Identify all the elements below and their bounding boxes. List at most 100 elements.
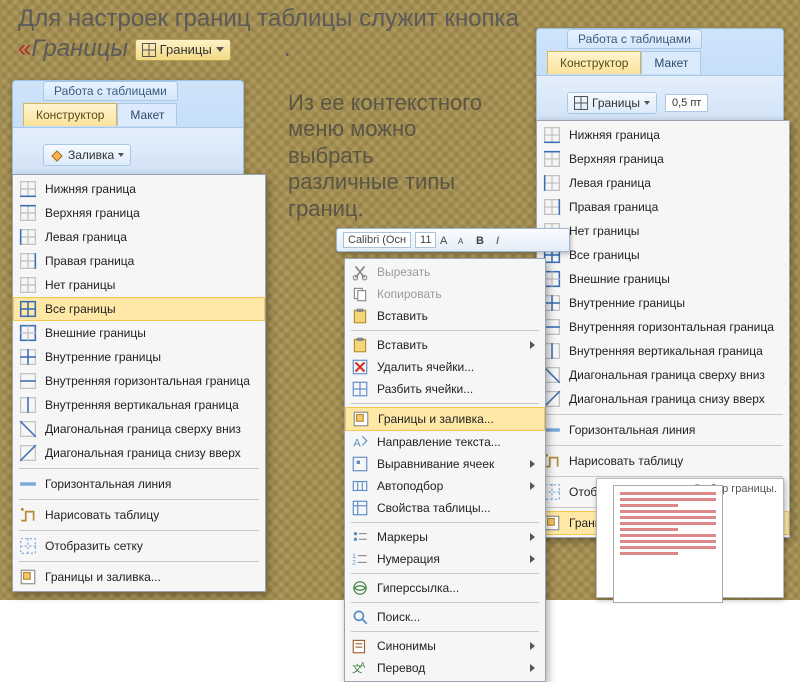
borders-menu-item[interactable]: Нижняя граница xyxy=(13,177,265,201)
context-menu-item[interactable]: Вырезать xyxy=(345,261,545,283)
svg-text:2: 2 xyxy=(352,560,356,567)
menu-item-label: Нижняя граница xyxy=(569,128,660,142)
context-menu-item[interactable]: Вставить xyxy=(345,334,545,356)
borders-menu-item[interactable]: Левая граница xyxy=(13,225,265,249)
borders-menu-item[interactable]: Диагональная граница сверху вниз xyxy=(537,363,789,387)
menu-item-label: Нарисовать таблицу xyxy=(569,454,683,468)
borders-menu-item[interactable]: Границы и заливка... xyxy=(13,565,265,589)
borders-menu-item[interactable]: Нарисовать таблицу xyxy=(537,449,789,473)
context-icon: A xyxy=(351,433,369,451)
menu-item-label: Все границы xyxy=(45,302,116,316)
context-icon xyxy=(351,608,369,626)
borders-dropdown[interactable]: Границы xyxy=(567,92,657,114)
menu-item-label: Нумерация xyxy=(377,552,440,566)
context-menu-item[interactable]: Гиперссылка... xyxy=(345,577,545,599)
grow-font-icon[interactable]: A xyxy=(440,233,454,247)
menu-item-label: Внутренняя вертикальная граница xyxy=(569,344,763,358)
borders-menu-item[interactable]: Диагональная граница снизу вверх xyxy=(13,441,265,465)
borders-menu-item[interactable]: Нарисовать таблицу xyxy=(13,503,265,527)
menu-item-label: Верхняя граница xyxy=(45,206,140,220)
menu-separator xyxy=(543,445,783,446)
mini-toolbar: Calibri (Осн 11 A A B I xyxy=(336,228,570,252)
borders-menu-item[interactable]: Внутренняя горизонтальная граница xyxy=(13,369,265,393)
borders-menu-item[interactable]: Внутренняя горизонтальная граница xyxy=(537,315,789,339)
borders-ribbon-button[interactable]: Границы xyxy=(135,39,231,61)
borders-menu-item[interactable]: Внутренние границы xyxy=(537,291,789,315)
border-style-icon xyxy=(19,537,37,555)
menu-item-label: Внешние границы xyxy=(45,326,146,340)
svg-text:A: A xyxy=(353,438,361,450)
menu-item-label: Перевод xyxy=(377,661,425,675)
borders-menu-item[interactable]: Левая граница xyxy=(537,171,789,195)
borders-menu-item[interactable]: Внутренняя вертикальная граница xyxy=(13,393,265,417)
tab-layout[interactable]: Макет xyxy=(641,51,701,74)
menu-item-label: Все границы xyxy=(569,248,640,262)
menu-item-label: Диагональная граница снизу вверх xyxy=(569,392,765,406)
borders-menu-item[interactable]: Горизонтальная линия xyxy=(13,472,265,496)
context-menu-item[interactable]: Автоподбор xyxy=(345,475,545,497)
context-icon xyxy=(351,499,369,517)
menu-item-label: Поиск... xyxy=(377,610,420,624)
fill-dropdown[interactable]: Заливка xyxy=(43,144,131,166)
borders-menu-item[interactable]: Нижняя граница xyxy=(537,123,789,147)
borders-menu-item[interactable]: Диагональная граница сверху вниз xyxy=(13,417,265,441)
shrink-font-icon[interactable]: A xyxy=(458,233,472,247)
chevron-down-icon xyxy=(644,101,650,105)
tab-layout[interactable]: Макет xyxy=(117,103,177,126)
borders-menu-item[interactable]: Нет границы xyxy=(537,219,789,243)
menu-item-label: Диагональная граница сверху вниз xyxy=(569,368,765,382)
context-menu-item[interactable]: Границы и заливка... xyxy=(345,407,545,431)
border-style-icon xyxy=(543,174,561,192)
border-style-icon xyxy=(19,568,37,586)
chevron-down-icon xyxy=(216,47,224,52)
borders-menu-item[interactable]: Диагональная граница снизу вверх xyxy=(537,387,789,411)
context-menu-item[interactable]: Свойства таблицы... xyxy=(345,497,545,519)
menu-separator xyxy=(351,403,539,404)
font-family-box[interactable]: Calibri (Осн xyxy=(343,232,411,248)
borders-menu-item[interactable]: Верхняя граница xyxy=(537,147,789,171)
context-menu-item[interactable]: Разбить ячейки... xyxy=(345,378,545,400)
context-icon: 12 xyxy=(351,550,369,568)
context-menu-item[interactable]: Удалить ячейки... xyxy=(345,356,545,378)
borders-menu-item[interactable]: Внешние границы xyxy=(537,267,789,291)
border-style-icon xyxy=(543,126,561,144)
borders-menu-item[interactable]: Внутренние границы xyxy=(13,345,265,369)
borders-menu-item[interactable]: Отобразить сетку xyxy=(13,534,265,558)
font-size-box[interactable]: 11 xyxy=(415,232,436,248)
borders-menu-item[interactable]: Внутренняя вертикальная граница xyxy=(537,339,789,363)
context-menu-item[interactable]: Поиск... xyxy=(345,606,545,628)
borders-menu-item[interactable]: Правая граница xyxy=(537,195,789,219)
borders-menu-item[interactable]: Правая граница xyxy=(13,249,265,273)
context-icon xyxy=(351,528,369,546)
context-menu-item[interactable]: Выравнивание ячеек xyxy=(345,453,545,475)
menu-item-label: Левая граница xyxy=(569,176,651,190)
headline-keyword: Границы xyxy=(31,35,128,62)
borders-menu-item[interactable]: Нет границы xyxy=(13,273,265,297)
border-style-icon xyxy=(19,180,37,198)
context-menu-item[interactable]: AНаправление текста... xyxy=(345,431,545,453)
line-weight-box[interactable]: 0,5 пт xyxy=(665,94,708,112)
context-menu-item[interactable]: Вставить xyxy=(345,305,545,327)
context-icon xyxy=(351,285,369,303)
context-menu-item[interactable]: 文AПеревод xyxy=(345,657,545,679)
menu-item-label: Правая граница xyxy=(45,254,134,268)
borders-menu-item[interactable]: Все границы xyxy=(537,243,789,267)
italic-icon[interactable]: I xyxy=(494,233,508,247)
bold-icon[interactable]: B xyxy=(476,233,490,247)
borders-menu-item[interactable]: Внешние границы xyxy=(13,321,265,345)
borders-menu-item[interactable]: Горизонтальная линия xyxy=(537,418,789,442)
menu-item-label: Внутренние границы xyxy=(569,296,685,310)
context-menu-item[interactable]: Маркеры xyxy=(345,526,545,548)
tab-design[interactable]: Конструктор xyxy=(547,51,641,74)
border-preview-thumbnail: Выбор границы. xyxy=(596,478,784,598)
fill-label: Заливка xyxy=(68,148,114,162)
context-icon xyxy=(351,477,369,495)
ribbon-table-tools-left: Работа с таблицами Конструктор Макет Зал… xyxy=(12,80,244,182)
borders-menu-item[interactable]: Верхняя граница xyxy=(13,201,265,225)
context-menu-item[interactable]: Синонимы xyxy=(345,635,545,657)
menu-item-label: Внешние границы xyxy=(569,272,670,286)
context-menu-item[interactable]: Копировать xyxy=(345,283,545,305)
context-menu-item[interactable]: 12 Нумерация xyxy=(345,548,545,570)
borders-menu-item[interactable]: Все границы xyxy=(13,297,265,321)
tab-design[interactable]: Конструктор xyxy=(23,103,117,126)
